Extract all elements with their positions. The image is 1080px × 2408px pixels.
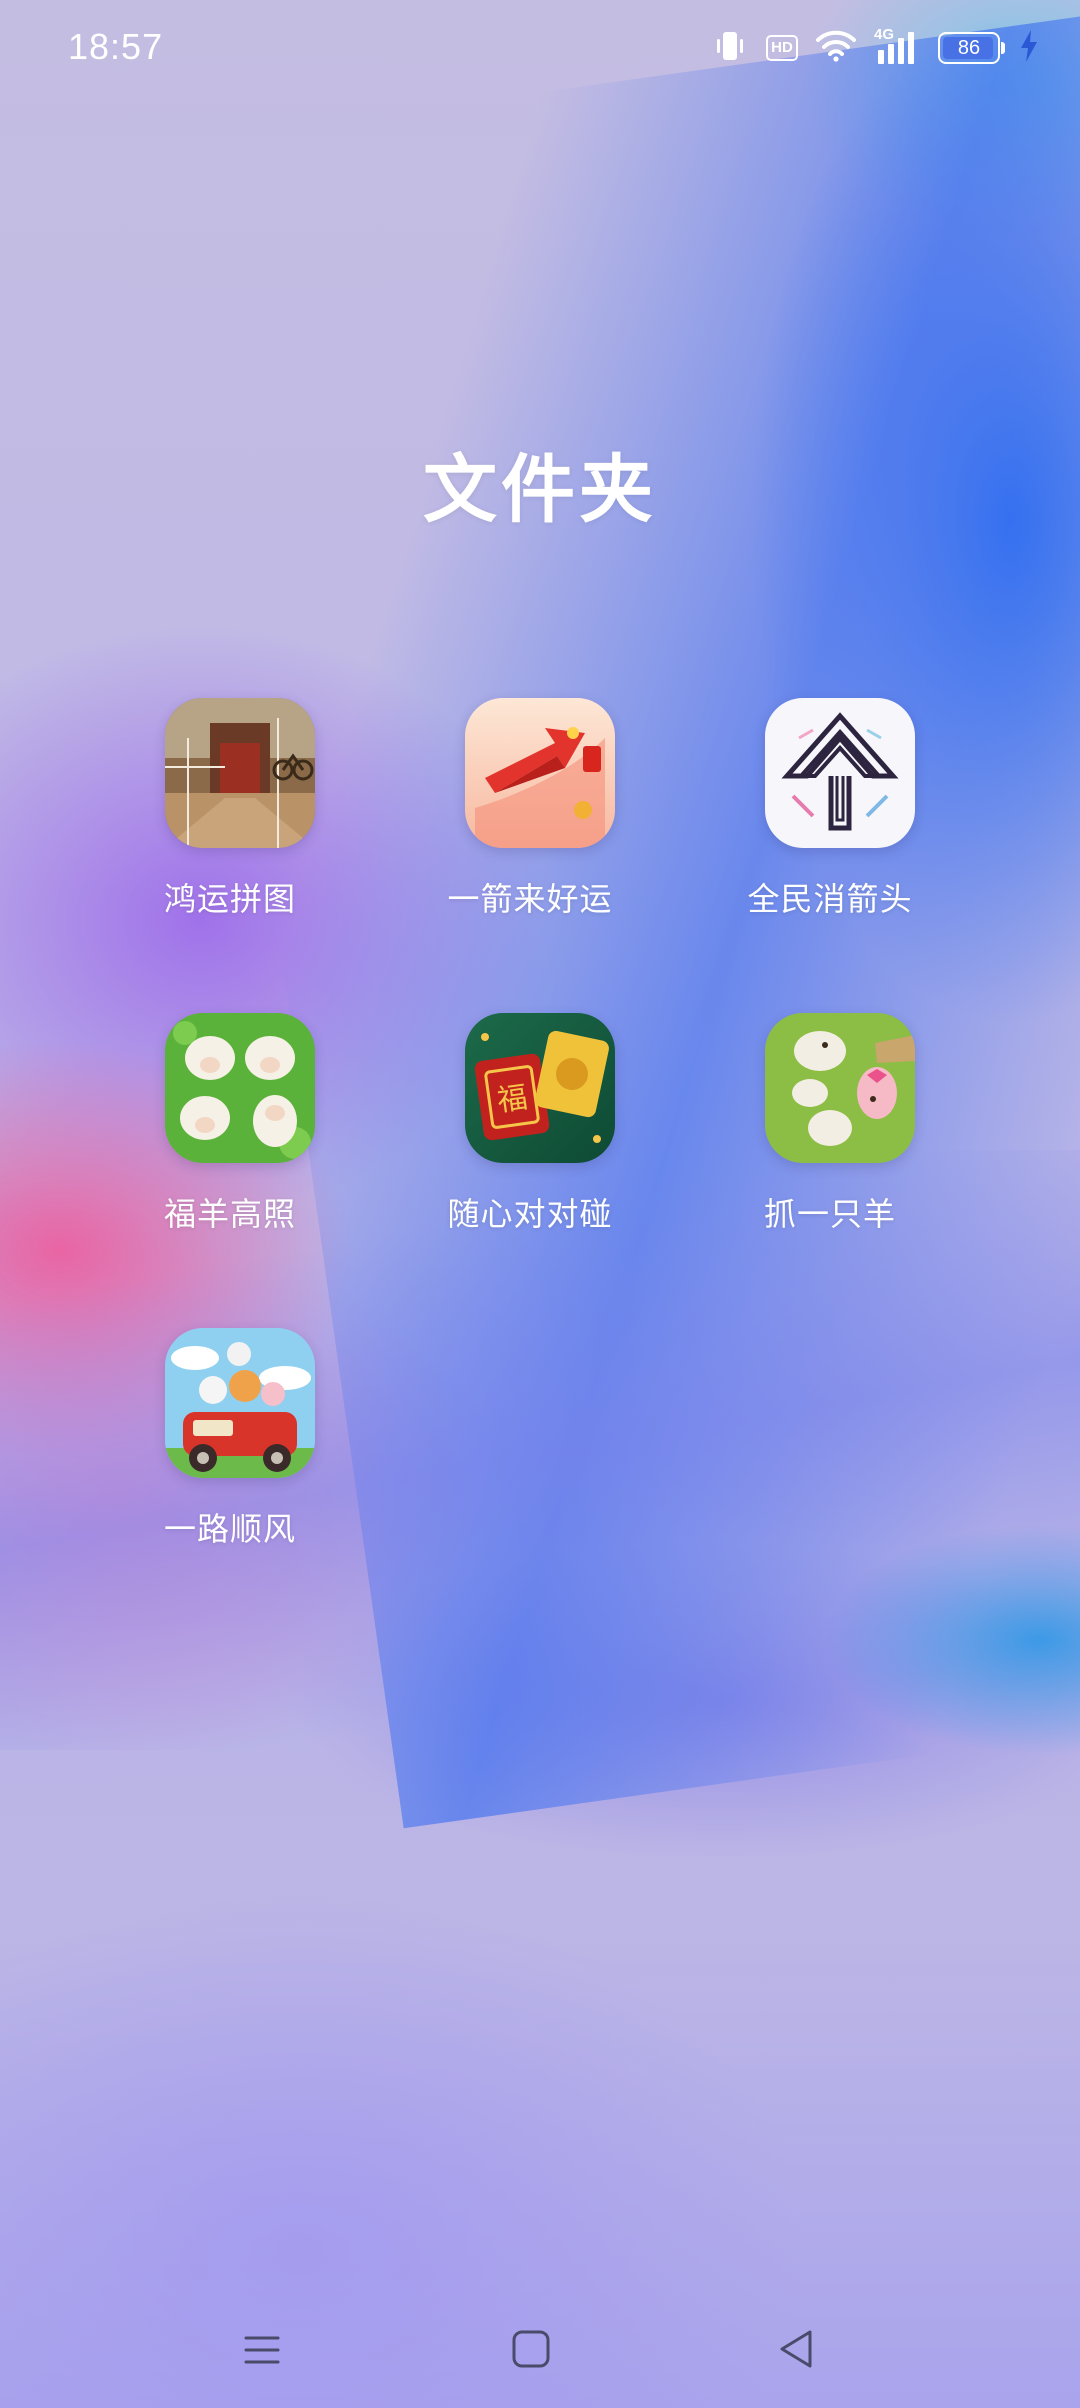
- app-quanmin-xiaojiantou[interactable]: 全民消箭头: [675, 698, 935, 938]
- app-label: 全民消箭头: [747, 880, 913, 918]
- home-icon[interactable]: [501, 2320, 561, 2380]
- app-yijian-haoyun[interactable]: 一箭来好运: [375, 698, 635, 938]
- app-fuyang-gaozhao[interactable]: 福羊高照: [75, 1013, 335, 1253]
- sheep-field-icon[interactable]: [165, 1013, 315, 1163]
- app-suixin-duiduipeng[interactable]: 福 随心对对碰: [375, 1013, 635, 1253]
- folder-title[interactable]: 文件夹: [0, 430, 1080, 537]
- hd-icon: HD: [766, 35, 798, 61]
- status-bar: 18:57 HD 4G 86: [0, 0, 1080, 96]
- app-label: 抓一只羊: [763, 1195, 896, 1233]
- app-label: 随心对对碰: [447, 1195, 613, 1233]
- app-hongyun-puzzle[interactable]: 鸿运拼图: [75, 698, 335, 938]
- battery-level: 86: [957, 37, 981, 59]
- app-label: 一箭来好运: [447, 880, 613, 918]
- app-yilu-shunfeng[interactable]: 一路顺风: [75, 1328, 335, 1568]
- red-arrow-icon[interactable]: [465, 698, 615, 848]
- car-animals-icon[interactable]: [165, 1328, 315, 1478]
- wifi-icon: [816, 28, 856, 68]
- status-time: 18:57: [68, 26, 164, 67]
- vibrate-icon: [712, 28, 748, 68]
- arrow-maze-icon[interactable]: [765, 698, 915, 848]
- app-label: 一路顺风: [163, 1510, 296, 1548]
- battery-icon: 86: [938, 32, 1005, 64]
- fu-tiles-icon[interactable]: 福: [465, 1013, 615, 1163]
- cellular-4g-icon: 4G: [874, 26, 920, 66]
- back-icon[interactable]: [766, 2320, 826, 2380]
- status-icons: HD 4G 86: [712, 26, 1040, 68]
- app-zhua-yizhiyang[interactable]: 抓一只羊: [675, 1013, 935, 1253]
- app-label: 福羊高照: [163, 1195, 296, 1233]
- menu-icon[interactable]: [232, 2320, 292, 2380]
- puzzle-hutong-icon[interactable]: [165, 698, 315, 848]
- app-label: 鸿运拼图: [163, 880, 296, 918]
- navigation-bar: [0, 2300, 1080, 2390]
- charging-icon: [1018, 28, 1040, 68]
- svg-text:福: 福: [495, 1080, 530, 1119]
- grab-sheep-icon[interactable]: [765, 1013, 915, 1163]
